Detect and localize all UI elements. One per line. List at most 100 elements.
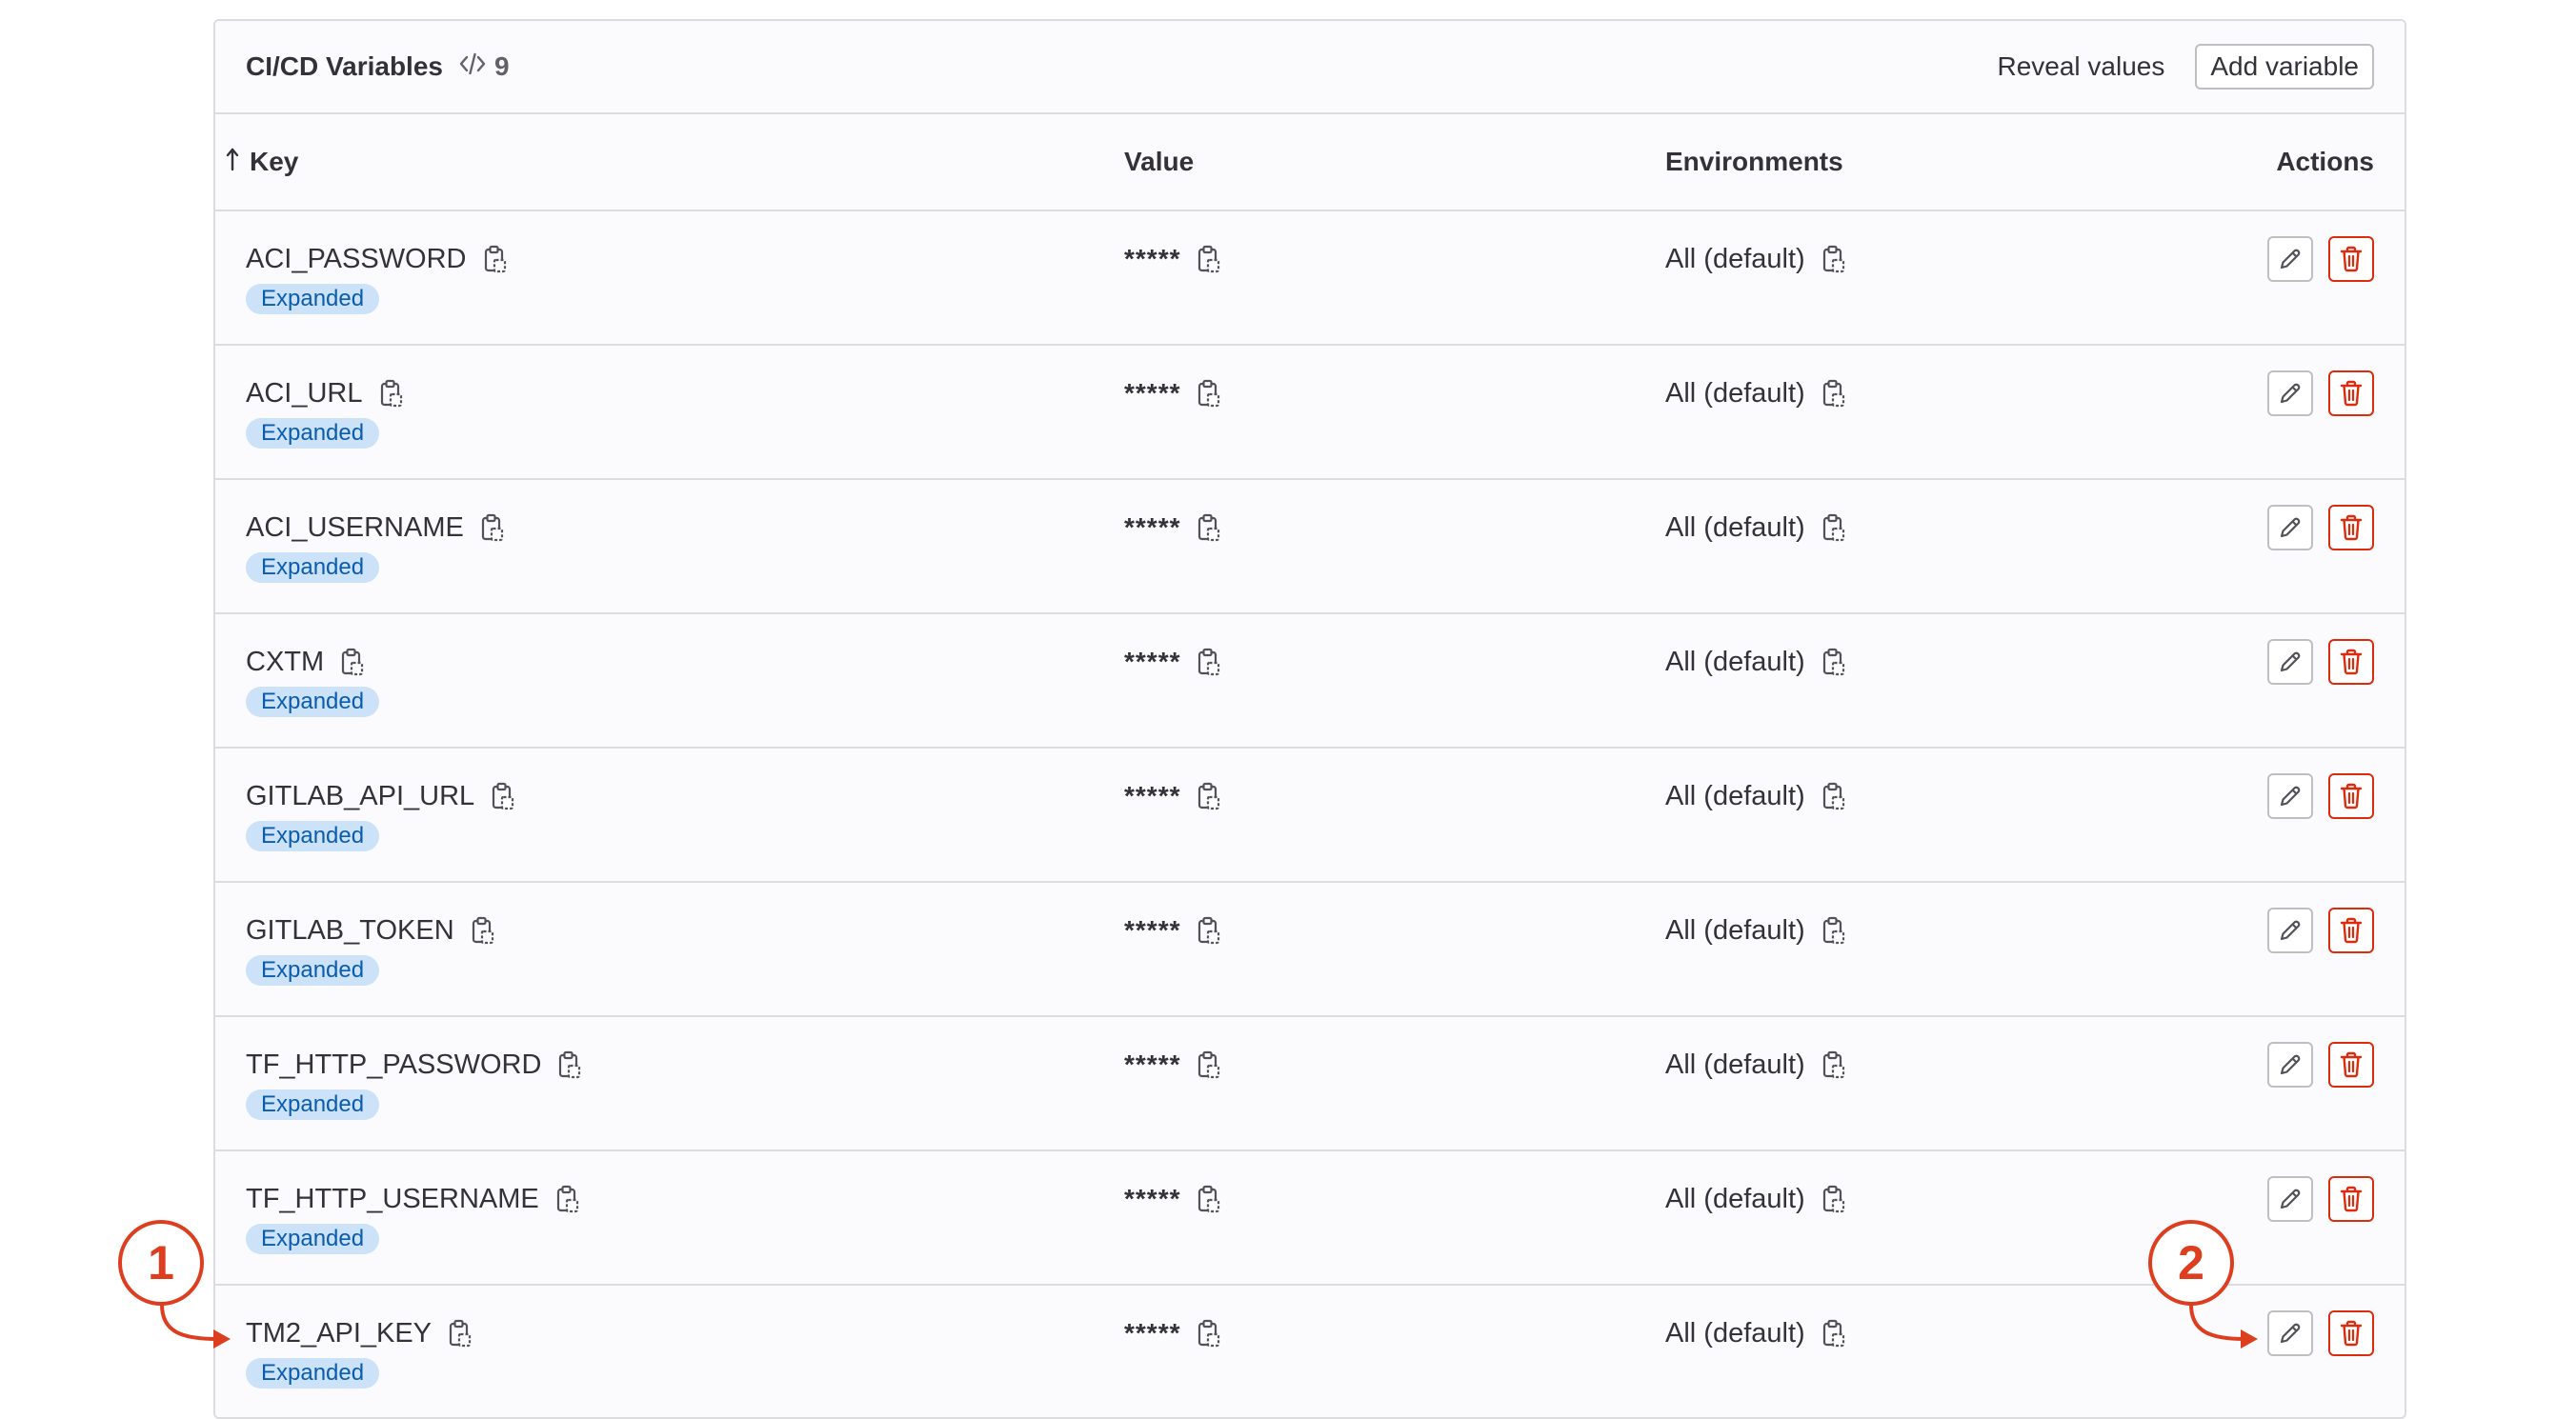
copy-value-icon[interactable] bbox=[1197, 782, 1220, 810]
copy-key-icon[interactable] bbox=[472, 916, 494, 945]
delete-variable-button[interactable] bbox=[2328, 370, 2374, 416]
expanded-badge: Expanded bbox=[246, 1358, 380, 1389]
delete-variable-button[interactable] bbox=[2328, 908, 2374, 953]
row-actions bbox=[2267, 1176, 2374, 1222]
variables-table-body: ACI_PASSWORD Expanded ***** All (default)… bbox=[215, 211, 2405, 1417]
delete-variable-button[interactable] bbox=[2328, 1042, 2374, 1088]
copy-value-icon[interactable] bbox=[1197, 916, 1220, 945]
column-header-environments: Environments bbox=[1665, 147, 1843, 176]
table-row: ACI_URL Expanded ***** All (default) bbox=[215, 346, 2405, 480]
edit-variable-button[interactable] bbox=[2267, 908, 2313, 953]
variable-key: TF_HTTP_USERNAME bbox=[246, 1183, 539, 1214]
edit-variable-button[interactable] bbox=[2267, 370, 2313, 416]
copy-key-icon[interactable] bbox=[558, 1050, 581, 1079]
reveal-values-button[interactable]: Reveal values bbox=[1980, 44, 2182, 90]
panel-title: CI/CD Variables bbox=[246, 51, 443, 81]
copy-value-icon[interactable] bbox=[1197, 245, 1220, 273]
variable-key: ACI_PASSWORD bbox=[246, 243, 467, 274]
edit-variable-button[interactable] bbox=[2267, 639, 2313, 685]
delete-variable-button[interactable] bbox=[2328, 505, 2374, 550]
environment-scope: All (default) bbox=[1665, 1183, 1805, 1214]
copy-environment-icon[interactable] bbox=[1822, 1185, 1845, 1213]
variable-key-cell: ACI_USERNAME Expanded bbox=[246, 509, 504, 583]
copy-key-icon[interactable] bbox=[380, 379, 403, 408]
row-actions bbox=[2267, 773, 2374, 819]
delete-variable-button[interactable] bbox=[2328, 773, 2374, 819]
edit-variable-button[interactable] bbox=[2267, 505, 2313, 550]
environment-scope: All (default) bbox=[1665, 780, 1805, 811]
delete-variable-button[interactable] bbox=[2328, 1310, 2374, 1356]
pencil-icon bbox=[2278, 918, 2303, 943]
table-header: Key Value Environments Actions bbox=[215, 114, 2405, 211]
column-header-key[interactable]: Key bbox=[225, 114, 298, 210]
copy-value-icon[interactable] bbox=[1197, 648, 1220, 676]
edit-variable-button[interactable] bbox=[2267, 236, 2313, 282]
delete-variable-button[interactable] bbox=[2328, 236, 2374, 282]
table-row: TF_HTTP_USERNAME Expanded ***** All (defa… bbox=[215, 1151, 2405, 1286]
variable-key: GITLAB_API_URL bbox=[246, 780, 475, 811]
copy-environment-icon[interactable] bbox=[1822, 1050, 1845, 1079]
trash-icon bbox=[2339, 1186, 2364, 1212]
edit-variable-button[interactable] bbox=[2267, 773, 2313, 819]
variable-value-cell: ***** bbox=[1124, 240, 1220, 278]
column-header-key-label: Key bbox=[250, 147, 299, 176]
copy-value-icon[interactable] bbox=[1197, 1050, 1220, 1079]
variable-key-cell: TM2_API_KEY Expanded bbox=[246, 1314, 472, 1389]
masked-value: ***** bbox=[1124, 244, 1181, 273]
trash-icon bbox=[2339, 514, 2364, 541]
pencil-icon bbox=[2278, 515, 2303, 540]
copy-environment-icon[interactable] bbox=[1822, 782, 1845, 810]
row-actions bbox=[2267, 1042, 2374, 1088]
expanded-badge: Expanded bbox=[246, 687, 380, 717]
variable-key: ACI_USERNAME bbox=[246, 511, 464, 543]
variable-key-cell: GITLAB_API_URL Expanded bbox=[246, 777, 514, 851]
copy-value-icon[interactable] bbox=[1197, 513, 1220, 542]
annotation-arrow-2 bbox=[2189, 1304, 2258, 1349]
row-actions bbox=[2267, 505, 2374, 550]
copy-environment-icon[interactable] bbox=[1822, 379, 1845, 408]
edit-variable-button[interactable] bbox=[2267, 1042, 2313, 1088]
variable-key: ACI_URL bbox=[246, 377, 363, 409]
copy-key-icon[interactable] bbox=[341, 648, 364, 676]
copy-environment-icon[interactable] bbox=[1822, 648, 1845, 676]
copy-value-icon[interactable] bbox=[1197, 379, 1220, 408]
trash-icon bbox=[2339, 246, 2364, 272]
column-header-value: Value bbox=[1124, 147, 1195, 176]
copy-key-icon[interactable] bbox=[484, 245, 507, 273]
trash-icon bbox=[2339, 1320, 2364, 1347]
table-row: GITLAB_TOKEN Expanded ***** All (default) bbox=[215, 883, 2405, 1017]
copy-value-icon[interactable] bbox=[1197, 1185, 1220, 1213]
variable-environment-cell: All (default) bbox=[1665, 374, 1845, 412]
code-icon bbox=[458, 51, 494, 83]
variable-environment-cell: All (default) bbox=[1665, 643, 1845, 681]
copy-key-icon[interactable] bbox=[449, 1319, 472, 1348]
delete-variable-button[interactable] bbox=[2328, 639, 2374, 685]
copy-value-icon[interactable] bbox=[1197, 1319, 1220, 1348]
edit-variable-button[interactable] bbox=[2267, 1310, 2313, 1356]
variable-key-cell: TF_HTTP_PASSWORD Expanded bbox=[246, 1046, 581, 1120]
table-row: TF_HTTP_PASSWORD Expanded ***** All (defa… bbox=[215, 1017, 2405, 1151]
pencil-icon bbox=[2278, 784, 2303, 809]
edit-variable-button[interactable] bbox=[2267, 1176, 2313, 1222]
variable-count: 9 bbox=[458, 51, 510, 83]
annotation-callout-2: 2 bbox=[2148, 1220, 2234, 1306]
variable-key-cell: ACI_URL Expanded bbox=[246, 374, 403, 449]
add-variable-button[interactable]: Add variable bbox=[2195, 44, 2374, 90]
masked-value: ***** bbox=[1124, 1184, 1181, 1213]
delete-variable-button[interactable] bbox=[2328, 1176, 2374, 1222]
variable-value-cell: ***** bbox=[1124, 911, 1220, 949]
copy-key-icon[interactable] bbox=[492, 782, 514, 810]
variable-key: TF_HTTP_PASSWORD bbox=[246, 1049, 542, 1080]
variable-value-cell: ***** bbox=[1124, 374, 1220, 412]
variable-environment-cell: All (default) bbox=[1665, 509, 1845, 547]
copy-key-icon[interactable] bbox=[481, 513, 504, 542]
copy-environment-icon[interactable] bbox=[1822, 916, 1845, 945]
copy-key-icon[interactable] bbox=[556, 1185, 579, 1213]
copy-environment-icon[interactable] bbox=[1822, 513, 1845, 542]
environment-scope: All (default) bbox=[1665, 1317, 1805, 1349]
environment-scope: All (default) bbox=[1665, 914, 1805, 946]
trash-icon bbox=[2339, 649, 2364, 675]
variable-value-cell: ***** bbox=[1124, 1046, 1220, 1084]
copy-environment-icon[interactable] bbox=[1822, 245, 1845, 273]
copy-environment-icon[interactable] bbox=[1822, 1319, 1845, 1348]
